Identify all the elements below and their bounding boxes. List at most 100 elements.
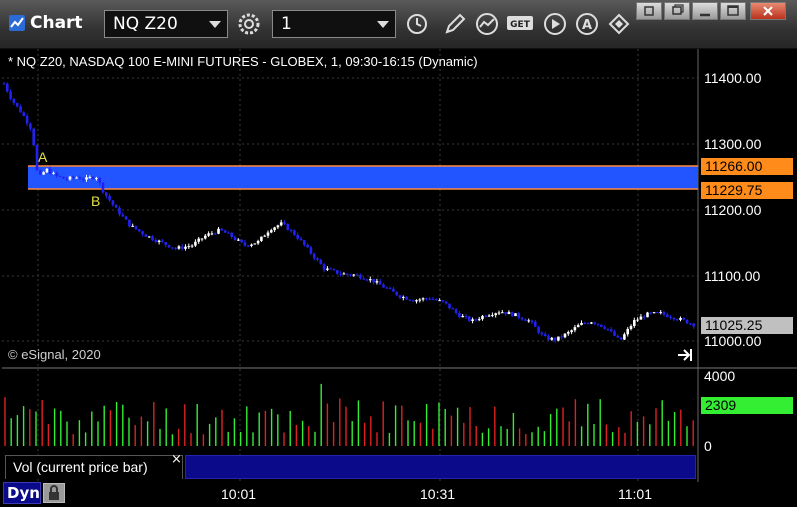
maximize-button[interactable]: [720, 2, 746, 20]
get-data-button[interactable]: GET: [505, 9, 535, 39]
link-diamond-icon: [608, 13, 630, 35]
close-button[interactable]: [750, 2, 786, 20]
minimize-button[interactable]: [692, 2, 718, 20]
candle-body: [161, 240, 164, 243]
candle-body: [58, 175, 62, 177]
volume-study-label[interactable]: Vol (current price bar): [5, 455, 183, 479]
scroll-to-end-icon[interactable]: [676, 347, 694, 363]
candle-body: [415, 300, 418, 302]
chart-study-icon: [476, 13, 498, 35]
lock-button[interactable]: [43, 483, 65, 503]
candle-body: [444, 301, 448, 304]
candle-body: [504, 312, 507, 315]
candle-body: [402, 296, 405, 298]
candle-body: [270, 230, 273, 233]
candle-body: [303, 240, 306, 245]
candle-body: [369, 279, 372, 281]
candle-body: [425, 298, 428, 300]
clock-icon: [407, 14, 427, 34]
candle-body: [596, 323, 600, 325]
candle-body: [600, 324, 603, 327]
candle-body: [279, 222, 283, 226]
candle-body: [385, 287, 389, 289]
candle-body: [329, 268, 332, 270]
symbol-dropdown-icon[interactable]: [209, 21, 221, 28]
app-logo-icon: [9, 15, 25, 31]
candle-body: [372, 279, 375, 283]
candle-body: [507, 311, 511, 315]
link-window-button[interactable]: [636, 2, 662, 20]
symbol-value: NQ Z20: [113, 14, 178, 34]
play-button[interactable]: [540, 9, 570, 39]
candle-body: [151, 236, 154, 241]
candle-body: [573, 327, 577, 331]
candle-body: [105, 192, 108, 196]
candle-body: [636, 319, 639, 321]
candle-body: [576, 325, 580, 328]
marker-a-label: A: [38, 149, 48, 165]
candle-body: [540, 332, 544, 335]
candle-body: [233, 237, 237, 240]
candle-body: [567, 332, 570, 334]
candle-body: [679, 317, 682, 320]
interval-input[interactable]: 1: [272, 10, 396, 38]
settings-button[interactable]: [234, 9, 264, 39]
candle-body: [378, 281, 382, 285]
candle-body: [283, 222, 286, 224]
symbol-input[interactable]: NQ Z20: [104, 10, 228, 38]
candle-body: [675, 319, 679, 321]
price-axis-label: 11300.00: [704, 136, 762, 152]
candle-body: [121, 214, 125, 217]
candle-body: [299, 238, 303, 241]
candle-body: [537, 326, 540, 333]
candle-body: [316, 258, 319, 260]
candle-body: [481, 315, 484, 320]
candle-body: [669, 316, 672, 318]
candle-body: [197, 238, 200, 242]
price-axis-label: 11200.00: [704, 202, 762, 218]
candle-body: [266, 232, 270, 236]
volume-study-close-icon[interactable]: ×: [171, 452, 182, 467]
price-zone-fill: [28, 166, 698, 189]
candle-body: [662, 312, 666, 315]
time-button[interactable]: [402, 9, 432, 39]
candle-body: [237, 239, 240, 241]
candle-body: [167, 244, 171, 248]
maximize-icon: [727, 5, 739, 16]
alert-button[interactable]: A: [572, 9, 602, 39]
dynamic-mode-button[interactable]: Dyn: [3, 482, 41, 504]
draw-button[interactable]: [440, 9, 470, 39]
candle-body: [134, 225, 138, 230]
candle-body: [682, 317, 686, 320]
candle-body: [623, 334, 626, 340]
candle-body: [349, 274, 352, 276]
link-button[interactable]: [604, 9, 634, 39]
candle-body: [524, 319, 527, 321]
candle-body: [72, 176, 75, 178]
candle-body: [213, 233, 217, 235]
svg-text:GET: GET: [510, 20, 531, 30]
copyright-text: © eSignal, 2020: [8, 347, 101, 362]
candle-body: [352, 274, 356, 276]
candle-body: [590, 322, 593, 324]
restore-button[interactable]: [664, 2, 690, 20]
candle-body: [464, 316, 468, 318]
candle-body: [527, 320, 530, 322]
candle-body: [484, 315, 488, 317]
candle-body: [557, 336, 560, 341]
candle-body: [12, 98, 16, 103]
candle-body: [200, 238, 204, 240]
price-chart[interactable]: AB: [0, 48, 797, 507]
interval-dropdown-icon[interactable]: [377, 21, 389, 28]
candle-body: [276, 225, 280, 228]
candle-body: [101, 182, 105, 193]
window-title: Chart: [30, 13, 83, 33]
studies-button[interactable]: [472, 9, 502, 39]
candle-body: [468, 316, 471, 322]
candle-body: [220, 228, 224, 231]
candle-body: [138, 229, 141, 232]
price-axis-label: 11100.00: [704, 268, 761, 284]
candle-body: [497, 312, 501, 314]
candle-body: [520, 317, 524, 320]
candle-body: [9, 91, 12, 99]
